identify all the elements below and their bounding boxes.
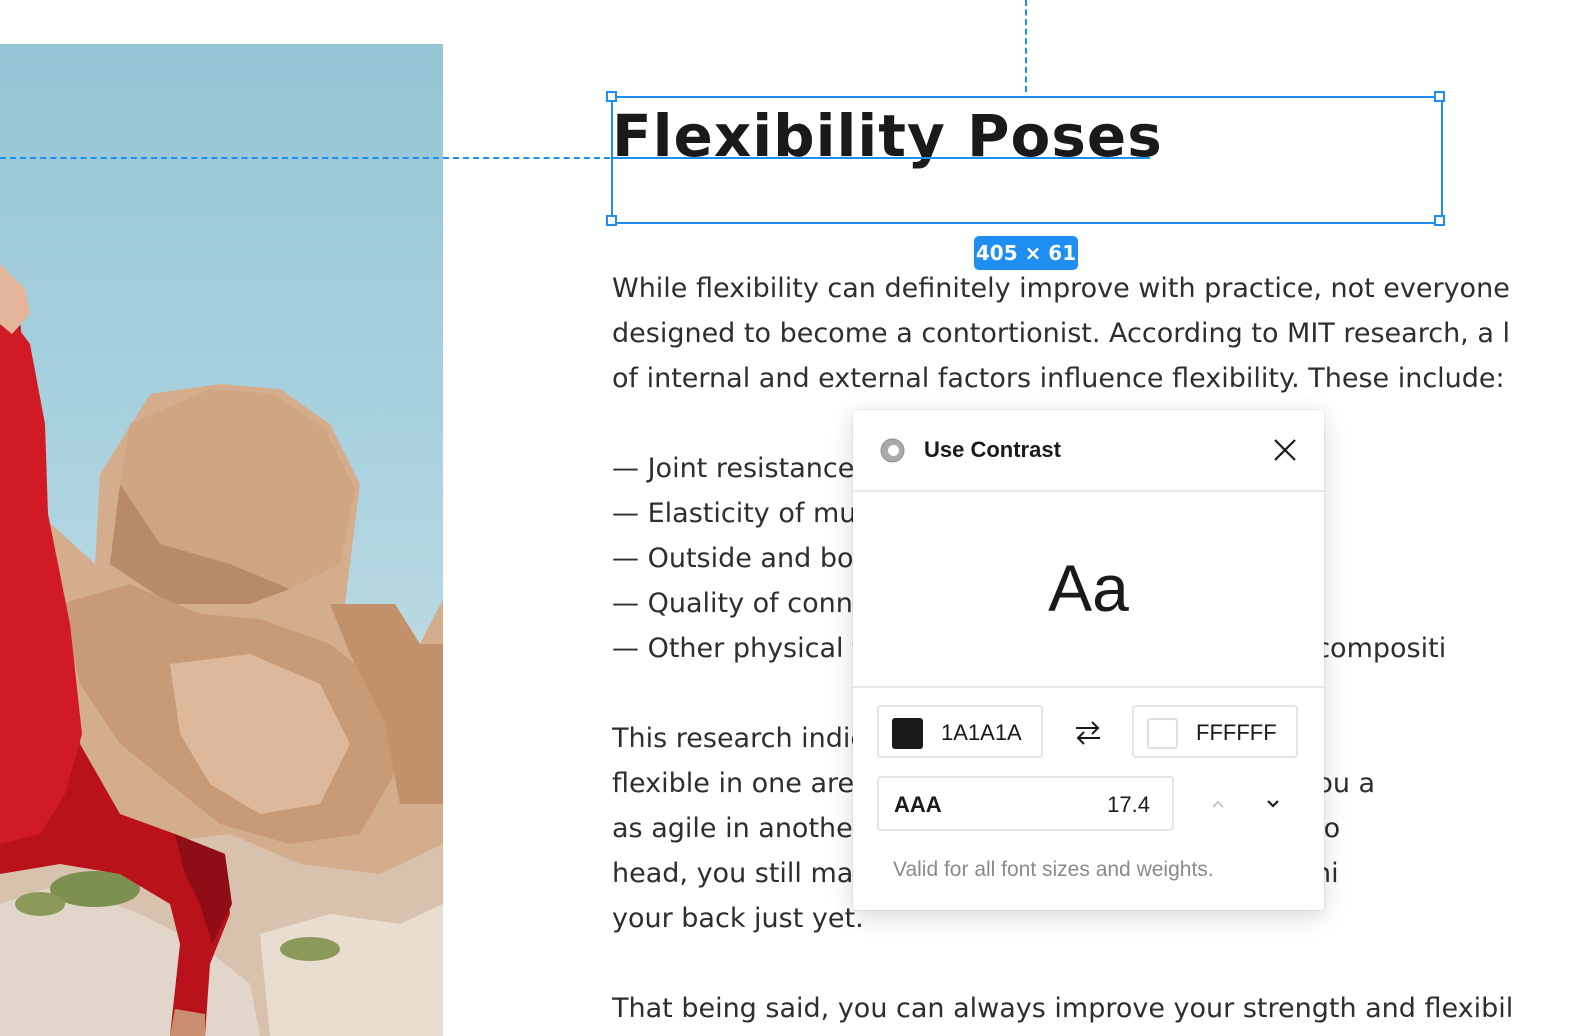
preview-sample-text: Aa [1048, 551, 1129, 625]
resize-handle-bottom-left[interactable] [606, 215, 617, 226]
contrast-plugin-panel: Use Contrast Aa 1A1A1A FFFFFF AAA 17.4 V… [853, 410, 1324, 910]
body-line[interactable]: While flexibility can definitely improve… [612, 266, 1510, 311]
validity-note: Valid for all font sizes and weights. [893, 858, 1214, 881]
yoga-photo[interactable] [0, 44, 443, 1036]
body-line[interactable]: of internal and external factors influen… [612, 356, 1505, 401]
close-icon[interactable] [1267, 432, 1303, 468]
dimension-badge: 405 × 61 [974, 236, 1078, 270]
list-item[interactable]: — Joint resistance [612, 446, 854, 491]
chevron-down-icon[interactable] [1261, 792, 1285, 816]
background-swatch[interactable] [1147, 718, 1178, 749]
body-line[interactable]: That being said, you can always improve … [612, 986, 1513, 1031]
design-canvas[interactable]: Flexibility Poses 405 × 61 While flexibi… [0, 0, 1584, 1036]
selection-box[interactable] [611, 96, 1443, 224]
wcag-level-field[interactable]: AAA 17.4 [877, 776, 1174, 831]
photo-illustration [0, 264, 443, 1036]
foreground-hex[interactable]: 1A1A1A [941, 719, 1022, 746]
wcag-level-label: AAA [894, 792, 942, 817]
body-line[interactable]: designed to become a contortionist. Acco… [612, 311, 1510, 356]
panel-header: Use Contrast [853, 410, 1324, 492]
contrast-preview: Aa [853, 492, 1324, 688]
foreground-color-field[interactable]: 1A1A1A [877, 705, 1043, 758]
vertical-guide [1025, 0, 1027, 92]
contrast-circle-icon [880, 438, 905, 463]
contrast-ratio-value: 17.4 [1107, 792, 1150, 817]
swap-colors-icon[interactable] [1070, 718, 1106, 748]
body-line[interactable]: your back just yet. [612, 896, 864, 941]
foreground-swatch[interactable] [892, 718, 923, 749]
resize-handle-top-left[interactable] [606, 91, 617, 102]
resize-handle-top-right[interactable] [1434, 91, 1445, 102]
panel-title: Use Contrast [924, 437, 1061, 462]
background-color-field[interactable]: FFFFFF [1132, 705, 1298, 758]
chevron-up-icon[interactable] [1206, 792, 1230, 816]
resize-handle-bottom-right[interactable] [1434, 215, 1445, 226]
background-hex[interactable]: FFFFFF [1196, 719, 1277, 746]
horizontal-guide [0, 157, 610, 159]
